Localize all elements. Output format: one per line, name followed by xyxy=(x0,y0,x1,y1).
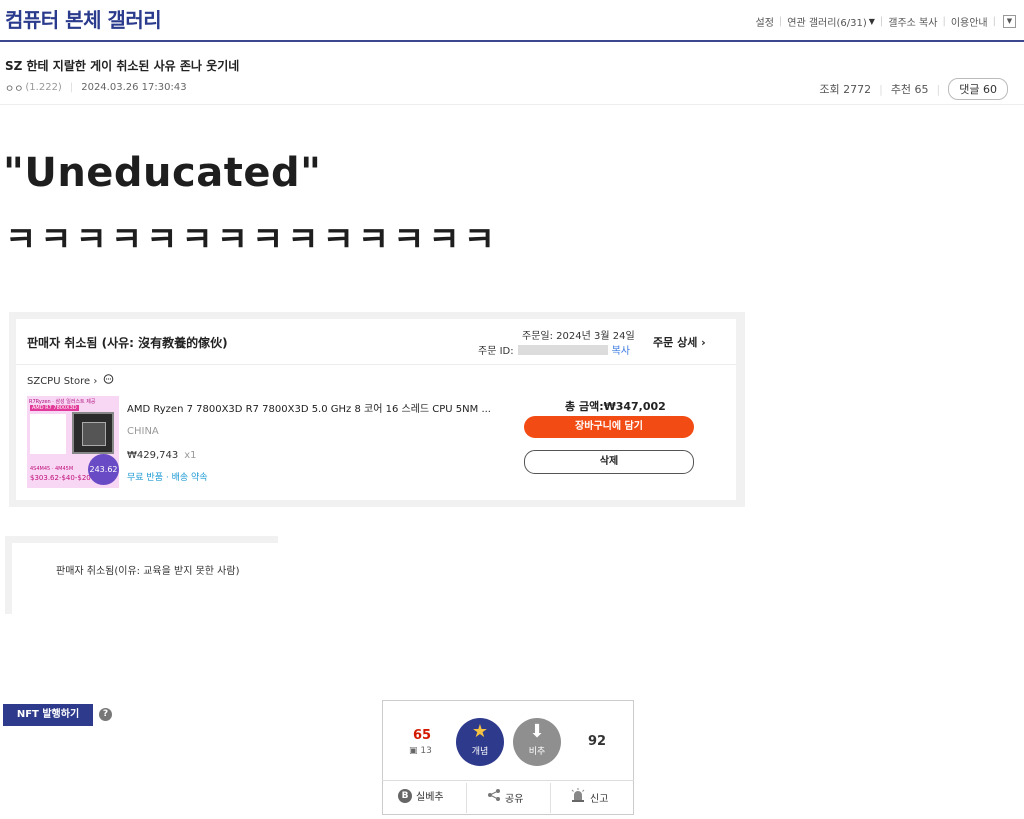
divider xyxy=(550,783,551,813)
order-id: 주문 ID: 복사 xyxy=(478,342,630,357)
thumb-model: AMD R7 7800X3D xyxy=(30,405,79,411)
downvote-count: 92 xyxy=(588,734,607,749)
chevron-right-icon: › xyxy=(701,336,706,349)
nft-mint-button[interactable]: NFT 발행하기 xyxy=(3,704,93,726)
copy-address-link[interactable]: 갤주소 복사 xyxy=(888,14,937,29)
order-detail-label: 주문 상세 xyxy=(653,336,698,349)
share-button[interactable]: 공유 xyxy=(487,788,523,806)
product-origin: CHINA xyxy=(127,426,159,437)
order-id-label: 주문 ID: xyxy=(478,346,514,357)
copy-link[interactable]: 복사 xyxy=(612,342,630,357)
siren-icon xyxy=(570,788,586,806)
store-name: SZCPU Store xyxy=(27,375,91,387)
thumb-price-circle: 243.62 xyxy=(88,454,119,485)
gallery-title[interactable]: 컴퓨터 본체 갤러리 xyxy=(5,4,162,33)
arrow-down-icon: ⬇ xyxy=(529,721,545,742)
fixed-upvote-number: 13 xyxy=(420,746,432,756)
recommend-count: 추천 65 xyxy=(890,83,929,96)
divider xyxy=(0,104,1024,105)
add-to-cart-button[interactable]: 장바구니에 담기 xyxy=(524,416,694,438)
upvote-label: 개념 xyxy=(471,747,489,757)
divider: | xyxy=(942,16,946,27)
b-icon: B xyxy=(398,788,412,803)
star-icon: ★ xyxy=(471,721,489,742)
view-count: 조회 2772 xyxy=(819,83,872,96)
chevron-right-icon: › xyxy=(90,375,98,387)
thumb-spec-table xyxy=(30,414,66,454)
divider: | xyxy=(879,16,884,27)
thumb-price: $303.62-$40-$20 xyxy=(30,474,91,482)
order-date: 주문일: 2024년 3월 24일 xyxy=(522,331,635,342)
related-gallery-link[interactable]: 연관 갤러리(6/31) xyxy=(787,14,866,29)
report-label: 신고 xyxy=(590,793,609,805)
report-button[interactable]: 신고 xyxy=(570,788,608,806)
comment-count-button[interactable]: 댓글 60 xyxy=(948,78,1008,100)
author-ip: (1.222) xyxy=(25,82,62,93)
post-meta: ㅇㅇ (1.222) | 2024.03.26 17:30:43 xyxy=(5,80,187,95)
body-text-line: "Uneducated" xyxy=(3,150,322,196)
divider xyxy=(382,780,634,781)
delete-button[interactable]: 삭제 xyxy=(524,450,694,474)
product-qty: x1 xyxy=(184,450,197,461)
share-label: 공유 xyxy=(505,793,524,805)
post-stats: 조회 2772 | 추천 65 | 댓글 60 xyxy=(819,78,1008,100)
share-icon xyxy=(487,788,501,806)
upvote-count: 65 xyxy=(413,728,432,743)
thumb-flag: 4S4M45 · 4M45M xyxy=(30,466,74,472)
upvote-button[interactable]: ★ 개념 xyxy=(456,718,504,766)
product-name[interactable]: AMD Ryzen 7 7800X3D R7 7800X3D 5.0 GHz 8… xyxy=(127,400,491,415)
divider: | xyxy=(992,16,996,27)
best-recommend-button[interactable]: B 실베추 xyxy=(398,788,444,803)
divider: | xyxy=(879,82,883,96)
divider: | xyxy=(69,82,74,93)
translation-text: 판매자 취소됨(이유: 교육을 받지 못한 사람) xyxy=(56,566,240,577)
product-thumbnail[interactable]: R7Ryzen · 삼성 일러스트 제공 AMD R7 7800X3D 4S4M… xyxy=(27,396,119,488)
dropdown-toggle-icon[interactable]: ▼ xyxy=(1003,15,1016,28)
gallery-util-menu: 설정 | 연관 갤러리(6/31) ▼ | 갤주소 복사 | 이용안내 | ▼ xyxy=(756,14,1016,29)
best-recommend-label: 실베추 xyxy=(416,792,444,803)
fixed-upvote-count: ▣ 13 xyxy=(409,746,432,756)
divider xyxy=(16,364,736,365)
product-price: ₩429,743 xyxy=(127,450,179,461)
order-status: 판매자 취소됨 (사유: 沒有教養的傢伙) xyxy=(27,336,228,350)
order-id-redacted xyxy=(517,344,608,355)
thumb-badge: R7Ryzen · 삼성 일러스트 제공 xyxy=(29,399,96,405)
gallery-header: 컴퓨터 본체 갤러리 설정 | 연관 갤러리(6/31) ▼ | 갤주소 복사 … xyxy=(0,0,1024,42)
post-datetime: 2024.03.26 17:30:43 xyxy=(81,82,187,93)
divider: | xyxy=(778,16,783,27)
downvote-label: 비추 xyxy=(528,747,546,757)
fixed-user-icon: ▣ xyxy=(409,746,418,756)
divider xyxy=(466,783,467,813)
order-detail-link[interactable]: 주문 상세 › xyxy=(653,334,706,350)
cpu-chip-image xyxy=(72,412,114,454)
caret-down-icon[interactable]: ▼ xyxy=(869,17,875,26)
author-name[interactable]: ㅇㅇ xyxy=(5,80,23,95)
chat-icon[interactable] xyxy=(103,374,114,388)
body-text-line: ㅋㅋㅋㅋㅋㅋㅋㅋㅋㅋㅋㅋㅋㅋ xyxy=(5,220,499,260)
guide-link[interactable]: 이용안내 xyxy=(951,14,988,29)
downvote-button[interactable]: ⬇ 비추 xyxy=(513,718,561,766)
shipping-info: 무료 반품 · 배송 약속 xyxy=(127,473,208,483)
order-total: 총 금액:₩347,002 xyxy=(565,400,666,413)
post-title: SZ 한테 지랄한 게이 취소된 사유 존나 웃기네 xyxy=(5,59,240,73)
product-price-row: ₩429,743 x1 xyxy=(127,450,197,461)
settings-link[interactable]: 설정 xyxy=(756,14,774,29)
help-icon[interactable]: ? xyxy=(99,708,112,721)
divider: | xyxy=(936,82,941,96)
store-link[interactable]: SZCPU Store › xyxy=(27,374,114,388)
